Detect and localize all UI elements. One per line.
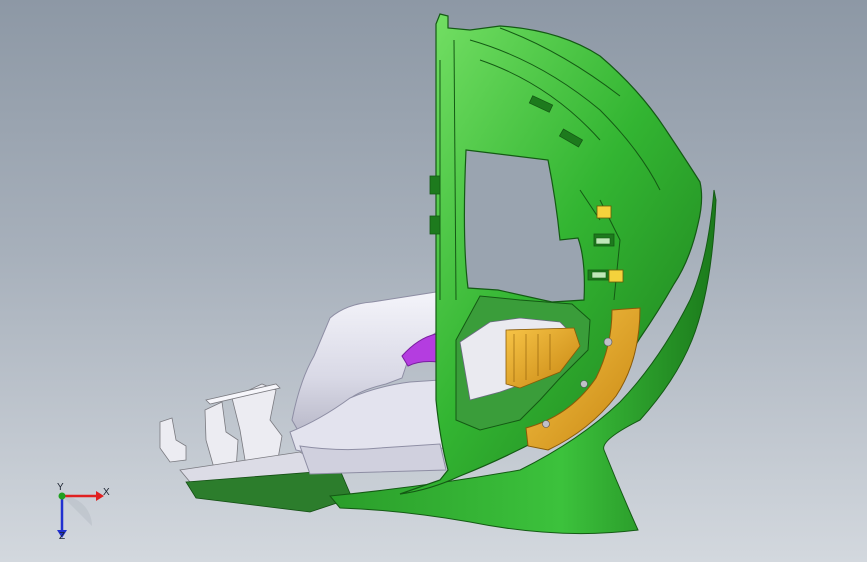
y-axis-dot-icon bbox=[58, 492, 66, 500]
z-axis-label: Z bbox=[59, 531, 66, 542]
white-shroud bbox=[289, 291, 447, 475]
graphics-viewport[interactable]: X Y Z bbox=[0, 0, 867, 562]
y-axis-label: Y bbox=[57, 482, 64, 493]
3d-model[interactable] bbox=[0, 0, 867, 562]
x-axis-label: X bbox=[103, 487, 110, 498]
